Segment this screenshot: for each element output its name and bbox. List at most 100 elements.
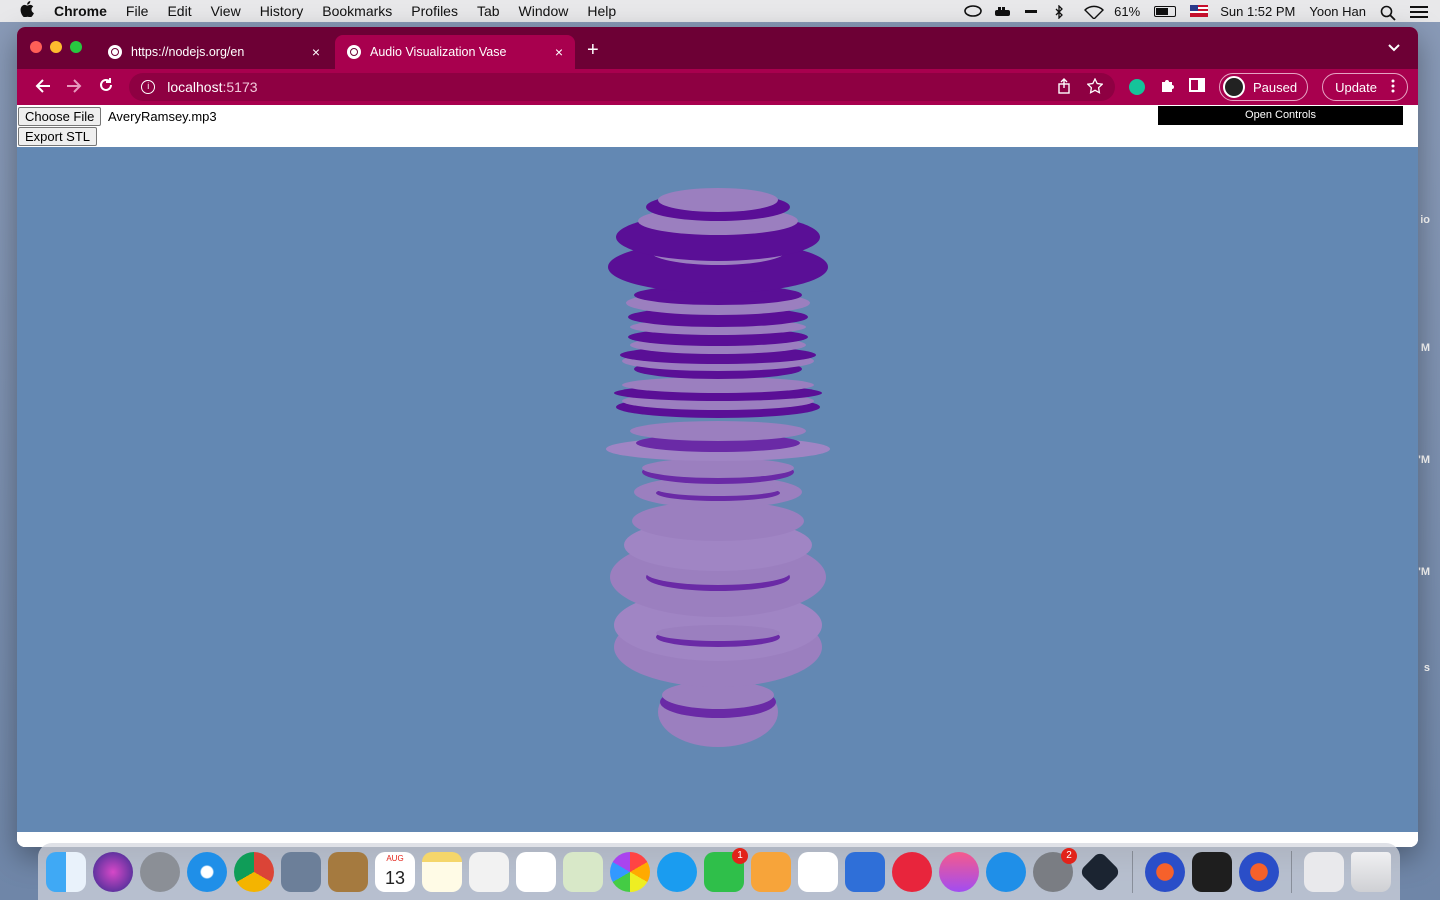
grammarly-extension-icon[interactable]	[1128, 79, 1145, 95]
settings-badge: 2	[1061, 847, 1077, 864]
more-menu-icon[interactable]	[1391, 79, 1395, 96]
back-button[interactable]	[27, 77, 58, 98]
export-stl-button[interactable]: Export STL	[18, 127, 98, 146]
dock-separator	[1291, 850, 1292, 893]
desktop-label: io	[1420, 214, 1430, 226]
dock: AUG 13 1 2	[38, 843, 1400, 900]
downloads-stack-icon[interactable]	[1304, 851, 1344, 892]
close-window-button[interactable]	[30, 41, 42, 53]
docker-icon[interactable]	[994, 5, 1011, 17]
facetime-badge: 1	[732, 847, 748, 864]
tab-nodejs[interactable]: https://nodejs.org/en ×	[96, 35, 332, 69]
close-tab-icon[interactable]: ×	[555, 44, 563, 60]
audio-vase-model	[606, 188, 830, 747]
page-content: Choose File AveryRamsey.mp3 Export STL O…	[17, 105, 1418, 847]
share-icon[interactable]	[1057, 77, 1071, 97]
desktop-label: s	[1423, 662, 1430, 674]
apple-menu-icon[interactable]	[0, 1, 54, 21]
avatar	[1222, 76, 1245, 98]
finder-icon[interactable]	[46, 851, 86, 892]
tab-title: https://nodejs.org/en	[131, 45, 245, 59]
keynote-icon[interactable]	[845, 851, 885, 892]
close-tab-icon[interactable]: ×	[312, 44, 320, 60]
menu-profiles[interactable]: Profiles	[411, 3, 458, 19]
maps-icon[interactable]	[563, 851, 603, 892]
spotlight-search-icon[interactable]	[1380, 5, 1396, 21]
3d-viewport[interactable]	[17, 147, 1418, 832]
menubar-clock[interactable]: Sun 1:52 PM	[1220, 4, 1295, 19]
side-panel-icon[interactable]	[1188, 78, 1205, 96]
bluetooth-icon[interactable]	[1054, 4, 1070, 20]
update-label: Update	[1335, 79, 1377, 95]
preview-icon[interactable]	[281, 851, 321, 892]
minimize-window-button[interactable]	[50, 41, 62, 53]
menu-edit[interactable]: Edit	[167, 3, 191, 19]
browser-toolbar: i localhost:5173 Paused Update	[17, 69, 1418, 105]
globe-icon	[347, 45, 361, 59]
siri-icon[interactable]	[93, 851, 133, 892]
desktop-label: 'M	[1418, 454, 1430, 466]
menu-file[interactable]: File	[126, 3, 149, 19]
menu-bar: Chrome File Edit View History Bookmarks …	[0, 0, 1440, 22]
site-info-icon[interactable]: i	[141, 80, 156, 94]
desktop-label: M	[1420, 342, 1430, 354]
bookmark-star-icon[interactable]	[1086, 77, 1104, 97]
messages-icon[interactable]	[657, 851, 697, 892]
extensions-puzzle-icon[interactable]	[1159, 77, 1175, 97]
menu-chrome[interactable]: Chrome	[54, 3, 107, 19]
minus-icon[interactable]	[1024, 5, 1040, 17]
address-bar[interactable]: i localhost:5173	[129, 73, 1115, 101]
trash-icon[interactable]	[1351, 851, 1391, 892]
notes-icon[interactable]	[422, 851, 462, 892]
tab-audio-visualization-vase[interactable]: Audio Visualization Vase ×	[335, 35, 575, 69]
system-preferences-icon[interactable]: 2	[1033, 847, 1077, 892]
chrome-icon[interactable]	[234, 851, 274, 892]
calendar-icon[interactable]: AUG 13	[375, 851, 415, 892]
new-tab-button[interactable]: +	[587, 39, 599, 62]
app-store-icon[interactable]	[986, 851, 1026, 892]
audacity-icon[interactable]	[1239, 851, 1279, 892]
cursor-app-icon[interactable]	[1078, 850, 1122, 893]
launchpad-icon[interactable]	[140, 851, 180, 892]
menu-view[interactable]: View	[211, 3, 241, 19]
safari-icon[interactable]	[187, 851, 227, 892]
zoom-window-button[interactable]	[70, 41, 82, 53]
menu-tab[interactable]: Tab	[477, 3, 500, 19]
control-center-icon[interactable]	[1410, 5, 1428, 18]
menubar-user[interactable]: Yoon Han	[1309, 4, 1366, 19]
facetime-icon[interactable]: 1	[704, 847, 748, 892]
page-controls: Choose File AveryRamsey.mp3 Export STL O…	[17, 105, 1418, 147]
audacity-icon[interactable]	[1145, 851, 1185, 892]
news-icon[interactable]	[892, 851, 932, 892]
music-icon[interactable]	[939, 851, 979, 892]
open-controls-button[interactable]: Open Controls	[1158, 106, 1403, 125]
contacts-icon[interactable]	[328, 851, 368, 892]
forward-button[interactable]	[58, 77, 89, 98]
profile-status: Paused	[1252, 79, 1298, 95]
photos-icon[interactable]	[610, 851, 650, 892]
battery-icon[interactable]	[1154, 5, 1177, 17]
terminal-icon[interactable]	[1192, 851, 1232, 892]
url-port: :5173	[222, 79, 258, 95]
reload-button[interactable]	[90, 77, 121, 98]
dock-separator	[1132, 850, 1133, 893]
profile-button[interactable]: Paused	[1218, 73, 1309, 101]
menu-help[interactable]: Help	[587, 3, 616, 19]
flag-us-icon[interactable]	[1190, 5, 1209, 17]
tab-title: Audio Visualization Vase	[370, 45, 507, 59]
choose-file-button[interactable]: Choose File	[18, 107, 102, 126]
browser-window: https://nodejs.org/en × Audio Visualizat…	[17, 27, 1418, 847]
menu-window[interactable]: Window	[519, 3, 569, 19]
wifi-icon[interactable]	[1084, 5, 1105, 20]
numbers-icon[interactable]	[798, 851, 838, 892]
creative-cloud-icon[interactable]	[964, 5, 982, 17]
textedit-icon[interactable]	[469, 851, 509, 892]
menu-history[interactable]: History	[260, 3, 304, 19]
menu-bookmarks[interactable]: Bookmarks	[322, 3, 392, 19]
reminders-icon[interactable]	[516, 851, 556, 892]
update-button[interactable]: Update	[1322, 73, 1408, 101]
tab-search-icon[interactable]	[1388, 39, 1400, 55]
selected-file-name: AveryRamsey.mp3	[108, 109, 217, 124]
url-host: localhost	[167, 79, 223, 95]
pages-icon[interactable]	[751, 851, 791, 892]
